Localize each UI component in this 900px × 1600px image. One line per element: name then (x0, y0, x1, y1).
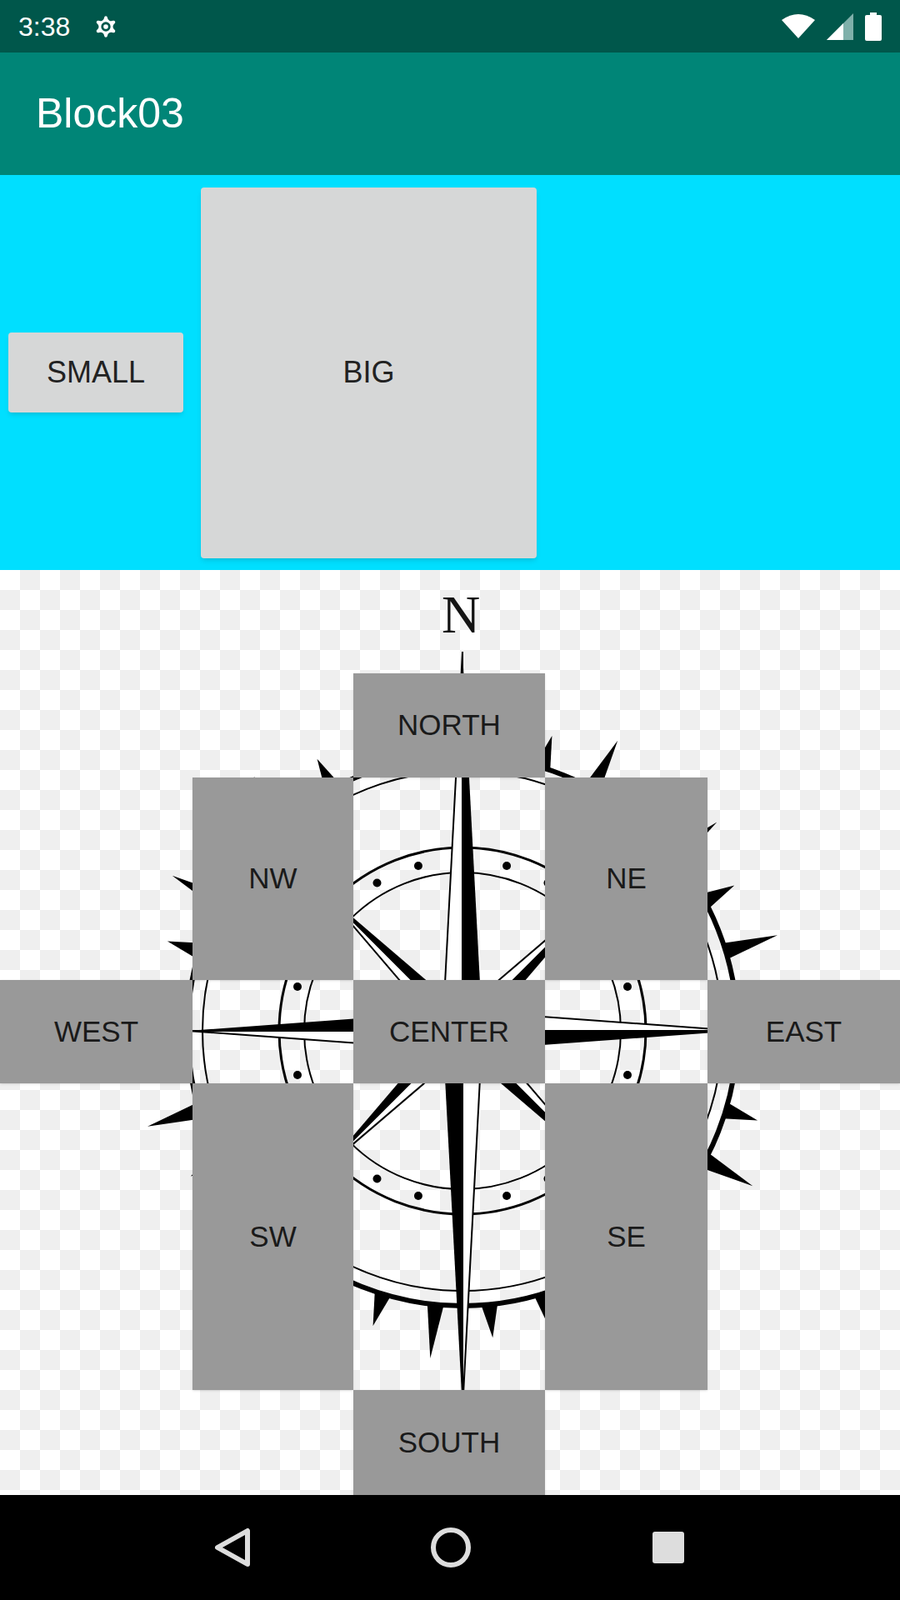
status-bar: 3:38 (0, 0, 900, 53)
wifi-icon (781, 13, 815, 40)
back-icon[interactable] (214, 1527, 251, 1568)
recents-icon[interactable] (650, 1530, 686, 1565)
top-panel: SMALLBIG (0, 175, 900, 570)
direction-button[interactable]: EAST (707, 980, 900, 1084)
direction-button[interactable]: NORTH (353, 673, 545, 778)
compass-north-label: N (441, 588, 480, 642)
nav-bar (0, 1495, 900, 1600)
app-title: Block03 (35, 82, 185, 145)
direction-button[interactable]: NW (192, 777, 354, 980)
battery-icon (865, 12, 882, 41)
app-bar: Block03 (0, 52, 900, 175)
home-icon[interactable] (430, 1526, 472, 1569)
direction-button[interactable]: SOUTH (353, 1390, 545, 1495)
status-icons (781, 12, 882, 41)
big-button[interactable]: BIG (200, 187, 537, 559)
direction-button[interactable]: WEST (0, 980, 193, 1084)
direction-button[interactable]: CENTER (353, 980, 545, 1084)
signal-icon (826, 13, 854, 40)
small-button[interactable]: SMALL (8, 332, 184, 413)
direction-button[interactable]: SW (192, 1083, 354, 1390)
compass-panel: N NORTHNW NE WEST CENTER EAST SW SESOUTH (0, 570, 900, 1495)
direction-button[interactable]: NE (545, 777, 708, 980)
direction-button[interactable]: SE (545, 1083, 708, 1390)
screen: 3:38 Block03 SMALLBIG N NORTHNW NE WEST CENTER E… (0, 0, 900, 1600)
compass-grid: NORTHNW NE WEST CENTER EAST SW SESOUTH (0, 570, 900, 1495)
status-time: 3:38 (18, 6, 70, 47)
gear-icon (91, 12, 120, 41)
